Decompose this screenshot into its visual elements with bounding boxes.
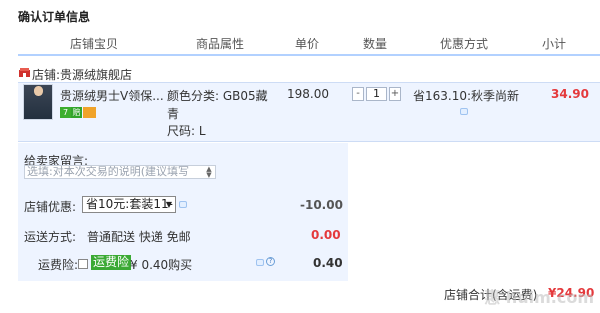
promo-info-icon[interactable] (460, 108, 468, 115)
insurance-tag[interactable]: 运费险 (91, 255, 132, 270)
qty-input[interactable]: 1 (366, 87, 387, 101)
unit-price: 198.00 (287, 87, 329, 101)
chevron-down-icon: ▼ (165, 200, 172, 209)
attr-color-cont: 青 (167, 107, 180, 121)
qty-minus-button[interactable]: - (352, 87, 364, 101)
compensation-icon[interactable]: 赔 (71, 107, 82, 118)
shop-discount-value: 省10元:套装11- (86, 197, 173, 211)
item-subtotal: 34.90 (551, 87, 589, 101)
shipping-amount: 0.00 (311, 228, 341, 242)
seven-day-return-icon[interactable]: 7 (60, 107, 71, 118)
insurance-info-icon[interactable] (256, 259, 264, 266)
col-price: 单价 (295, 37, 320, 51)
insurance-amount: 0.40 (313, 256, 343, 270)
product-name-link[interactable]: 贵源绒男士V领保... (60, 87, 164, 104)
col-subtotal: 小计 (542, 37, 567, 51)
shop-discount-amount: -10.00 (300, 198, 343, 212)
col-attr: 商品属性 (196, 37, 245, 51)
shop-discount-select[interactable]: 省10元:套装11- ▼ (82, 196, 176, 213)
shipping-label: 运送方式: (24, 230, 77, 244)
item-promo: 省163.10:秋季尚新 (413, 89, 520, 103)
thumbnail-figure (34, 86, 43, 96)
insurance-price: ¥ 0.40购买 (130, 258, 193, 272)
col-qty: 数量 (363, 37, 388, 51)
watermark: 惠 huim.com (484, 288, 594, 307)
credit-card-icon[interactable] (83, 107, 96, 118)
discount-info-icon[interactable] (179, 201, 187, 208)
qty-plus-button[interactable]: + (389, 87, 401, 101)
col-discount: 优惠方式 (440, 37, 489, 51)
header-divider (18, 54, 600, 56)
insurance-checkbox[interactable] (78, 259, 88, 269)
attr-color: 颜色分类: GB05藏 (167, 89, 268, 103)
shipping-method: 普通配送 快递 免邮 (87, 230, 191, 244)
attr-size: 尺码: L (167, 124, 206, 138)
help-icon[interactable]: ? (266, 257, 275, 266)
shop-icon (19, 68, 30, 77)
note-scroll-icon[interactable]: ▲ ▼ (203, 166, 215, 179)
col-shop-item: 店铺宝贝 (70, 37, 119, 51)
shop-label[interactable]: 店铺:贵源绒旗舰店 (32, 66, 132, 83)
shop-name[interactable]: 贵源绒旗舰店 (60, 68, 132, 82)
shop-discount-label: 店铺优惠: (24, 200, 77, 214)
shop-prefix: 店铺: (32, 68, 61, 82)
page-title: 确认订单信息 (18, 10, 91, 24)
seller-note-input[interactable]: 选填:对本次交易的说明(建议填写 (24, 165, 216, 179)
insurance-label: 运费险: (38, 258, 79, 272)
